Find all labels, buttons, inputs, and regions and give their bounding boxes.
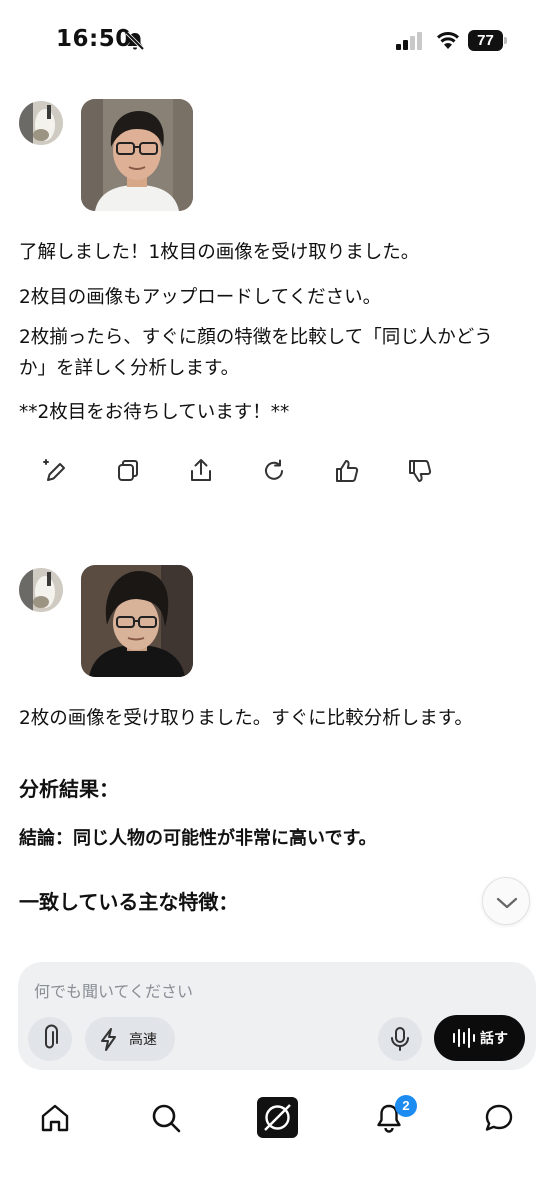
battery-indicator: 77 (468, 30, 508, 51)
thumbs-up-icon[interactable] (332, 456, 362, 486)
uploaded-image-1[interactable] (81, 99, 193, 211)
speed-mode-button[interactable]: 高速 (85, 1017, 175, 1061)
message-input[interactable]: 何でも聞いてください (34, 978, 193, 1002)
uploaded-image-2[interactable] (81, 565, 193, 677)
bell-muted-icon (125, 31, 145, 51)
share-icon[interactable] (186, 456, 216, 486)
battery-level: 77 (468, 30, 503, 51)
assistant-message-line: **2枚目をお待ちしています！** (19, 402, 290, 423)
regenerate-icon[interactable] (259, 456, 289, 486)
grok-icon[interactable] (257, 1097, 298, 1138)
microphone-button[interactable] (378, 1017, 422, 1061)
assistant-message-line: 了解しました！1枚目の画像を受け取りました。 (19, 242, 420, 263)
composer: 何でも聞いてください 高速 話す (18, 962, 536, 1070)
thumbs-down-icon[interactable] (405, 456, 435, 486)
lightning-icon (101, 1028, 116, 1051)
speed-mode-label: 高速 (129, 1032, 157, 1048)
notification-badge: 2 (395, 1095, 417, 1117)
assistant-message-line: 2枚目の画像もアップロードしてください。 (19, 287, 382, 308)
wifi-icon (436, 32, 460, 49)
avatar-image (19, 568, 63, 612)
assistant-message-line: 2枚揃ったら、すぐに顔の特徴を比較して「同じ人かどう (19, 327, 493, 348)
user-avatar[interactable] (19, 101, 63, 145)
user-avatar[interactable] (19, 568, 63, 612)
messages-icon[interactable] (482, 1101, 516, 1135)
avatar-image (19, 101, 63, 145)
chevron-down-icon (496, 897, 518, 909)
microphone-icon (391, 1027, 409, 1051)
waveform-icon (453, 1028, 475, 1048)
cellular-signal-icon (396, 32, 422, 50)
analysis-conclusion: 結論：同じ人物の可能性が非常に高いです。 (19, 828, 377, 849)
analysis-heading: 分析結果： (19, 777, 119, 801)
matching-features-heading: 一致している主な特徴： (19, 890, 239, 914)
scroll-to-bottom-button[interactable] (482, 877, 530, 925)
message-actions (40, 456, 450, 490)
voice-talk-label: 話す (480, 1031, 508, 1047)
home-icon[interactable] (38, 1101, 72, 1135)
attach-button[interactable] (28, 1017, 72, 1061)
edit-sparkle-icon[interactable] (40, 456, 70, 486)
search-icon[interactable] (149, 1101, 183, 1135)
copy-icon[interactable] (113, 456, 143, 486)
status-bar: 16:50 77 (0, 0, 554, 84)
status-time: 16:50 (56, 26, 132, 52)
paperclip-icon (45, 1024, 58, 1049)
bottom-tab-bar (0, 1085, 554, 1155)
assistant-message-intro: 2枚の画像を受け取りました。すぐに比較分析します。 (19, 708, 473, 729)
voice-talk-button[interactable]: 話す (434, 1015, 525, 1061)
assistant-message-line: か」を詳しく分析します。 (19, 358, 240, 379)
